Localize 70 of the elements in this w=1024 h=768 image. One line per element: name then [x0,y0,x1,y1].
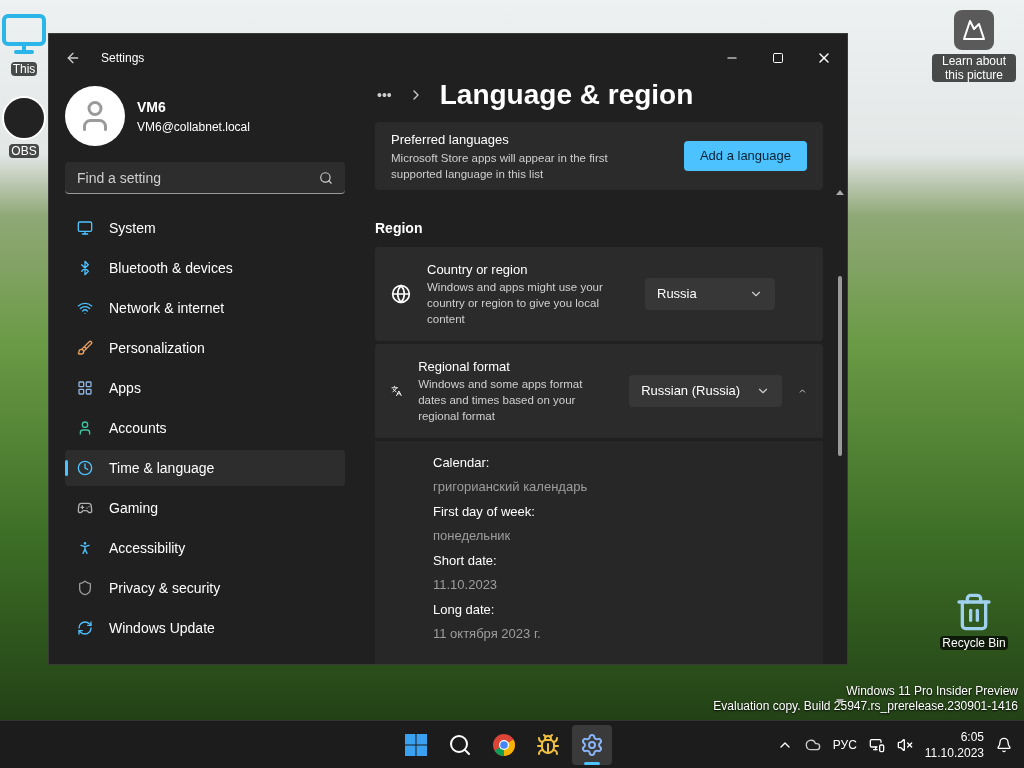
shield-icon [77,580,93,596]
add-language-button[interactable]: Add a language [683,140,807,171]
detail-label: Calendar: [433,453,491,472]
network-icon[interactable] [868,736,885,753]
windows-logo-icon [404,732,428,757]
clock-icon [77,460,93,476]
accessibility-icon [77,540,93,556]
nav-item[interactable]: Network & internet [65,290,345,326]
window-title: Settings [101,50,145,67]
breadcrumb-more[interactable]: ••• [377,84,392,106]
detail-label: Long date: [433,600,496,619]
desktop-icon-label[interactable]: This [10,62,38,76]
setting-title: Country or region [427,260,529,279]
setting-description: Windows and some apps format dates and times based on your regional format [418,377,584,425]
edition-text: Evaluation copy. Build 25947.rs_prerelease.230901-1416 [713,699,1018,714]
nav-item[interactable]: Personalization [65,330,345,366]
update-icon [77,620,93,636]
nav-item[interactable]: Gaming [65,490,345,526]
selection-bar [65,460,68,476]
avatar [65,86,125,146]
gamepad-icon [77,500,93,516]
detail-label: First day of week: [433,502,536,521]
browser-icon [492,732,516,757]
nav-item[interactable]: Accessibility [65,530,345,566]
nav-item[interactable]: Accounts [65,410,345,446]
nav-item[interactable]: System [65,210,345,246]
maximize-icon [772,52,784,64]
desktop-icon-label[interactable]: OBS [9,144,39,158]
desktop-icon-label[interactable]: Recycle Bin [940,636,1008,650]
search-field[interactable]: Find a setting [65,162,345,194]
user-email: VM6@collabnet.local [137,118,250,136]
nav-item[interactable]: Time & language [65,450,345,486]
desktop-icon-label[interactable]: Learn about this picture [932,54,1016,82]
picture-icon [954,10,994,50]
edition-text: Windows 11 Pro Insider Preview [846,684,1018,699]
person-icon [77,420,93,436]
card-title: Preferred languages [391,131,510,149]
dropdown[interactable]: Russian (Russia) [629,374,783,407]
bee-icon [536,732,560,757]
setting-title: Regional format [418,357,511,376]
globe-icon [391,283,411,304]
detail-value: 11.10.2023 [433,576,499,594]
volume-muted-icon[interactable] [896,736,913,753]
notification-bell-icon[interactable] [996,736,1012,753]
wifi-icon [77,300,93,316]
search-icon [448,732,472,757]
back-icon[interactable] [65,50,81,66]
card-description: Microsoft Store apps will appear in the first supported language in this list [391,150,609,182]
input-language[interactable]: РУС [832,735,857,754]
detail-value: понедельник [433,527,512,545]
search-icon [319,171,333,185]
dropdown[interactable]: Russia [645,277,775,310]
monitor-icon [77,220,93,236]
brush-icon [77,340,93,356]
grid-icon [77,380,93,396]
detail-value: григорианский календарь [433,478,589,496]
detail-value: 11 октября 2023 г. [433,625,542,643]
nav-item[interactable]: Windows Update [65,610,345,646]
nav-item[interactable]: Privacy & security [65,570,345,606]
page-title: Language & region [439,78,694,112]
user-name: VM6 [137,97,167,117]
active-indicator [584,761,600,765]
clock[interactable]: 6:05 11.10.2023 [924,728,984,761]
setting-description: Windows and apps might use your country or region to give you local content [427,280,604,328]
nav-item[interactable]: Bluetooth & devices [65,250,345,286]
nav-item[interactable]: Apps [65,370,345,406]
detail-label: Short date: [433,551,498,570]
section-heading: Region [375,218,424,238]
taskbar-app-button[interactable] [572,724,612,765]
gear-icon [580,732,604,757]
